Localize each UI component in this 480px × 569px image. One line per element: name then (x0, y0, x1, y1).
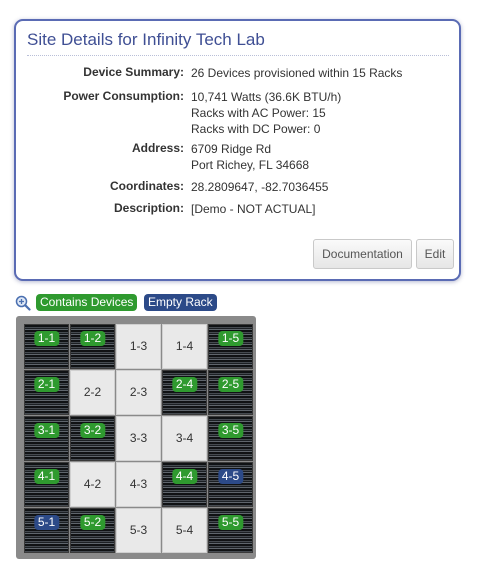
site-details-card: Site Details for Infinity Tech Lab Devic… (14, 19, 461, 281)
rack-label: 4-5 (217, 469, 244, 484)
coordinates-label: Coordinates: (109, 179, 184, 193)
rack-label: 1-2 (79, 331, 106, 346)
rack-label: 4-3 (129, 477, 148, 491)
rack-label: 3-3 (129, 431, 148, 445)
rack-cell-3-3[interactable]: 3-3 (116, 416, 161, 461)
rack-cell-5-5[interactable]: 5-5 (208, 508, 253, 553)
rack-label: 4-4 (171, 469, 198, 484)
rack-cell-3-5[interactable]: 3-5 (208, 416, 253, 461)
rack-label: 2-1 (33, 377, 60, 392)
rack-cell-5-2[interactable]: 5-2 (70, 508, 115, 553)
rack-label: 1-4 (175, 339, 194, 353)
rack-label: 3-2 (79, 423, 106, 438)
ac-power-line: Racks with AC Power: 15 (191, 106, 326, 120)
device-summary-value: 26 Devices provisioned within 15 Racks (191, 65, 402, 81)
coordinates-line: 28.2809647, -82.7036455 (191, 180, 329, 194)
rack-cell-5-1[interactable]: 5-1 (24, 508, 69, 553)
rack-label: 1-3 (129, 339, 148, 353)
address-city-line: Port Richey, FL 34668 (191, 158, 310, 172)
rack-label: 5-4 (175, 523, 194, 537)
address-street-line: 6709 Ridge Rd (191, 142, 272, 156)
description-value: [Demo - NOT ACTUAL] (191, 201, 315, 217)
rack-cell-1-5[interactable]: 1-5 (208, 324, 253, 369)
edit-button[interactable]: Edit (416, 239, 454, 269)
dc-power-line: Racks with DC Power: 0 (191, 122, 321, 136)
rack-label: 5-3 (129, 523, 148, 537)
rack-cell-3-2[interactable]: 3-2 (70, 416, 115, 461)
rack-label: 1-5 (217, 331, 244, 346)
rack-cell-2-2[interactable]: 2-2 (70, 370, 115, 415)
rack-grid: 1-1 1-2 1-3 1-4 1-5 2-1 2-2 2-3 2-4 2-5 3-1 3-2 3-3 3… (16, 316, 256, 559)
zoom-in-icon[interactable] (15, 295, 31, 311)
power-consumption-value: 10,741 Watts (36.6K BTU/h) Racks with AC… (191, 89, 341, 137)
rack-label: 2-5 (217, 377, 244, 392)
empty-rack-badge: Empty Rack (144, 294, 217, 311)
rack-cell-5-4[interactable]: 5-4 (162, 508, 207, 553)
address-label: Address: (131, 141, 184, 155)
rack-label: 2-3 (129, 385, 148, 399)
rack-label: 5-2 (79, 515, 106, 530)
rack-cell-1-3[interactable]: 1-3 (116, 324, 161, 369)
description-label: Description: (113, 201, 184, 215)
rack-label: 1-1 (33, 331, 60, 346)
rack-cell-3-1[interactable]: 3-1 (24, 416, 69, 461)
rack-cell-3-4[interactable]: 3-4 (162, 416, 207, 461)
power-watts-line: 10,741 Watts (36.6K BTU/h) (191, 90, 342, 104)
contains-devices-badge: Contains Devices (36, 294, 138, 311)
rack-cell-1-2[interactable]: 1-2 (70, 324, 115, 369)
rack-label: 3-5 (217, 423, 244, 438)
title-divider (27, 55, 449, 56)
rack-label: 3-1 (33, 423, 60, 438)
card-title: Site Details for Infinity Tech Lab (27, 30, 265, 49)
rack-label: 2-4 (171, 377, 198, 392)
rack-label: 4-1 (33, 469, 60, 484)
rack-cell-5-3[interactable]: 5-3 (116, 508, 161, 553)
rack-cell-4-3[interactable]: 4-3 (116, 462, 161, 507)
device-summary-label: Device Summary: (83, 65, 184, 79)
rack-label: 4-2 (83, 477, 102, 491)
rack-cell-2-5[interactable]: 2-5 (208, 370, 253, 415)
rack-label: 2-2 (83, 385, 102, 399)
rack-label: 5-1 (33, 515, 60, 530)
device-summary-line: 26 Devices provisioned within 15 Racks (191, 66, 403, 80)
rack-label: 5-5 (217, 515, 244, 530)
description-line: [Demo - NOT ACTUAL] (191, 202, 316, 216)
rack-cell-1-1[interactable]: 1-1 (24, 324, 69, 369)
rack-cell-1-4[interactable]: 1-4 (162, 324, 207, 369)
documentation-button[interactable]: Documentation (313, 239, 412, 269)
rack-label: 3-4 (175, 431, 194, 445)
rack-cell-4-1[interactable]: 4-1 (24, 462, 69, 507)
address-value: 6709 Ridge Rd Port Richey, FL 34668 (191, 141, 309, 173)
rack-cell-4-4[interactable]: 4-4 (162, 462, 207, 507)
rack-cell-4-5[interactable]: 4-5 (208, 462, 253, 507)
rack-cell-2-4[interactable]: 2-4 (162, 370, 207, 415)
rack-cell-4-2[interactable]: 4-2 (70, 462, 115, 507)
rack-cell-2-3[interactable]: 2-3 (116, 370, 161, 415)
coordinates-value: 28.2809647, -82.7036455 (191, 179, 328, 195)
power-consumption-label: Power Consumption: (63, 89, 184, 103)
rack-cell-2-1[interactable]: 2-1 (24, 370, 69, 415)
